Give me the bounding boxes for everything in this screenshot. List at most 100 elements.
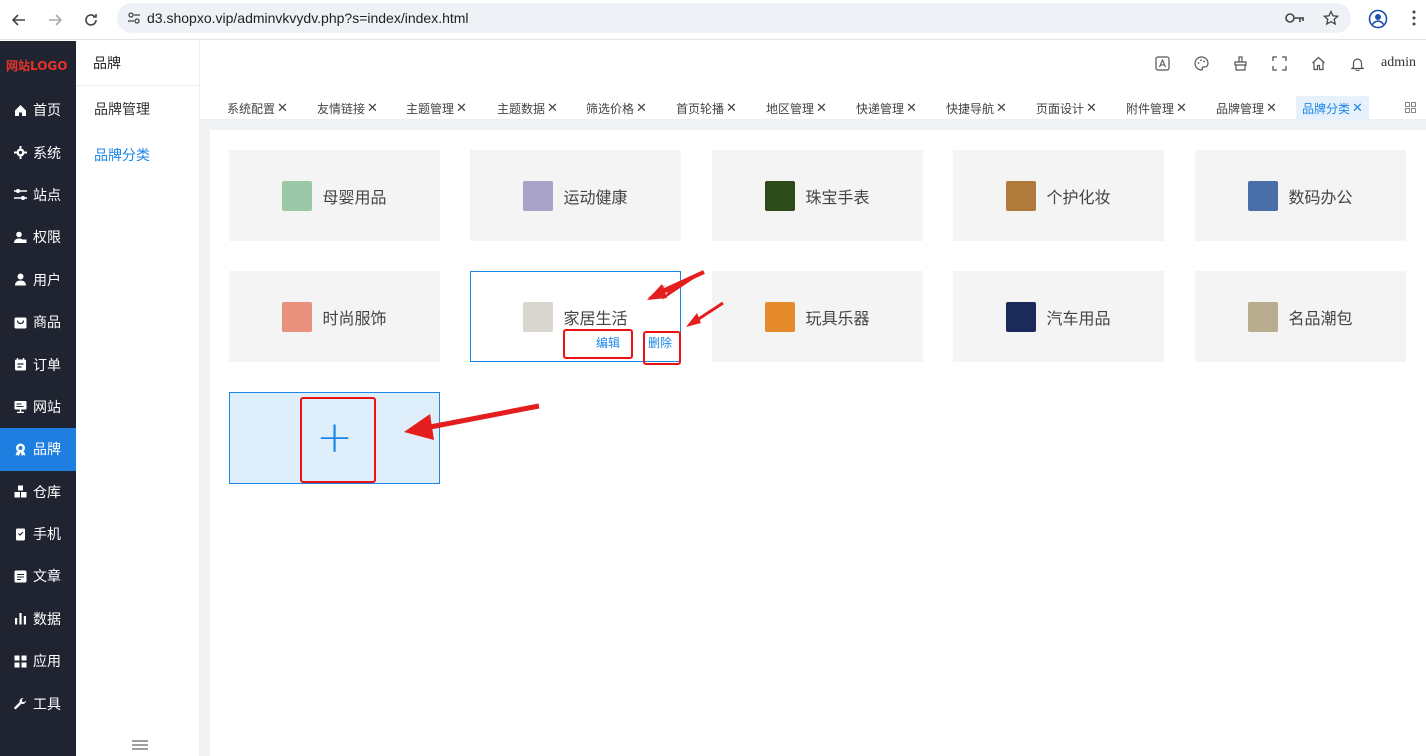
- sidebar-item-brand[interactable]: 品牌: [0, 428, 76, 471]
- address-bar[interactable]: d3.shopxo.vip/adminvkvydv.php?s=index/in…: [117, 3, 1351, 33]
- sidebar-item-home[interactable]: 首页: [0, 89, 76, 131]
- sidebar-item-chart[interactable]: 数据: [0, 598, 76, 640]
- close-icon[interactable]: ✕: [1176, 101, 1187, 116]
- subnav-item-brand-management[interactable]: 品牌管理: [76, 86, 199, 132]
- close-icon[interactable]: ✕: [277, 101, 288, 116]
- close-icon[interactable]: ✕: [1352, 101, 1363, 116]
- tab-label: 品牌管理: [1216, 101, 1265, 116]
- sidebar-item-label: 品牌: [33, 442, 61, 459]
- url-text[interactable]: d3.shopxo.vip/adminvkvydv.php?s=index/in…: [147, 10, 469, 26]
- forward-icon[interactable]: [45, 10, 65, 30]
- profile-icon[interactable]: [1368, 9, 1388, 33]
- tab-3[interactable]: 主题管理 ✕: [406, 98, 467, 118]
- tab-6[interactable]: 首页轮播 ✕: [676, 98, 737, 118]
- fullscreen-icon[interactable]: [1271, 55, 1288, 72]
- tab-label: 附件管理: [1126, 101, 1175, 116]
- category-card[interactable]: 运动健康: [470, 150, 681, 241]
- close-icon[interactable]: ✕: [1266, 101, 1277, 116]
- tab-11[interactable]: 附件管理 ✕: [1126, 98, 1187, 118]
- category-label: 汽车用品: [1046, 308, 1111, 328]
- category-card[interactable]: 数码办公: [1195, 150, 1406, 241]
- category-label: 母婴用品: [322, 187, 387, 207]
- category-card[interactable]: 母婴用品: [229, 150, 440, 241]
- close-icon[interactable]: ✕: [456, 101, 467, 116]
- subnav-title: 品牌: [76, 41, 199, 86]
- close-icon[interactable]: ✕: [726, 101, 737, 116]
- menu-dots-icon[interactable]: [1412, 10, 1416, 30]
- site-settings-icon[interactable]: [127, 11, 141, 25]
- category-thumbnail: [1248, 180, 1279, 211]
- tab-5[interactable]: 筛选价格 ✕: [586, 98, 647, 118]
- close-icon[interactable]: ✕: [636, 101, 647, 116]
- sidebar-item-label: 首页: [33, 103, 61, 120]
- star-icon[interactable]: [1322, 9, 1340, 30]
- tab-label: 主题数据: [497, 101, 546, 116]
- close-icon[interactable]: ✕: [906, 101, 917, 116]
- category-label: 时尚服饰: [322, 308, 387, 328]
- category-card[interactable]: 个护化妆: [953, 150, 1164, 241]
- category-card[interactable]: 名品潮包: [1195, 271, 1406, 362]
- tabs-grid-icon[interactable]: [1405, 98, 1416, 117]
- category-card[interactable]: 时尚服饰: [229, 271, 440, 362]
- clear-cache-icon[interactable]: [1232, 55, 1249, 72]
- tab-label: 友情链接: [317, 101, 366, 116]
- category-thumbnail: [765, 301, 796, 332]
- sidebar-item-bag[interactable]: 商品: [0, 301, 76, 343]
- close-icon[interactable]: ✕: [1086, 101, 1097, 116]
- close-icon[interactable]: ✕: [996, 101, 1007, 116]
- sidebar-item-label: 工具: [33, 696, 61, 713]
- sidebar-item-sliders[interactable]: 站点: [0, 174, 76, 216]
- sidebar-item-phone[interactable]: 手机: [0, 513, 76, 555]
- sub-sidebar: 品牌 品牌管理 品牌分类: [76, 41, 200, 756]
- sidebar-item-label: 权限: [33, 230, 61, 247]
- collapse-menu-icon[interactable]: [132, 735, 148, 754]
- tab-label: 系统配置: [227, 101, 276, 116]
- sidebar-item-user-lock[interactable]: 权限: [0, 216, 76, 258]
- sidebar-item-label: 数据: [33, 611, 61, 628]
- tab-9[interactable]: 快捷导航 ✕: [946, 98, 1007, 118]
- key-icon[interactable]: [1285, 10, 1305, 30]
- bell-icon[interactable]: [1349, 55, 1366, 72]
- tab-13[interactable]: 品牌分类 ✕: [1296, 96, 1369, 120]
- tab-7[interactable]: 地区管理 ✕: [766, 98, 827, 118]
- category-card[interactable]: 玩具乐器: [712, 271, 923, 362]
- sidebar-item-warehouse[interactable]: 仓库: [0, 471, 76, 513]
- sidebar-item-gear[interactable]: 系统: [0, 131, 76, 173]
- sidebar-item-article[interactable]: 文章: [0, 555, 76, 597]
- sidebar-item-label: 仓库: [33, 484, 61, 501]
- palette-icon[interactable]: [1193, 55, 1210, 72]
- back-icon[interactable]: [9, 10, 29, 30]
- sidebar-item-label: 文章: [33, 569, 61, 586]
- home-icon[interactable]: [1310, 55, 1327, 72]
- phone-icon: [13, 527, 27, 541]
- reload-icon[interactable]: [81, 10, 101, 30]
- tab-10[interactable]: 页面设计 ✕: [1036, 98, 1097, 118]
- sidebar-item-monitor[interactable]: 网站: [0, 386, 76, 428]
- sidebar-item-apps[interactable]: 应用: [0, 640, 76, 682]
- category-card[interactable]: 珠宝手表: [712, 150, 923, 241]
- tab-1[interactable]: 系统配置 ✕: [227, 98, 288, 118]
- tab-label: 筛选价格: [586, 101, 635, 116]
- tab-4[interactable]: 主题数据 ✕: [497, 98, 558, 118]
- category-thumbnail: [282, 301, 313, 332]
- close-icon[interactable]: ✕: [367, 101, 378, 116]
- site-logo[interactable]: 网站LOGO: [0, 41, 76, 89]
- user-name[interactable]: admin: [1381, 55, 1416, 71]
- category-label: 运动健康: [563, 187, 628, 207]
- tab-8[interactable]: 快递管理 ✕: [856, 98, 917, 118]
- monitor-icon: [13, 400, 27, 414]
- sidebar-item-users[interactable]: 用户: [0, 259, 76, 301]
- sliders-icon: [13, 188, 27, 202]
- subnav-item-brand-category[interactable]: 品牌分类: [76, 132, 199, 178]
- close-icon[interactable]: ✕: [547, 101, 558, 116]
- article-icon: [13, 569, 27, 583]
- sidebar-item-wrench[interactable]: 工具: [0, 682, 76, 724]
- sidebar-item-order[interactable]: 订单: [0, 343, 76, 385]
- close-icon[interactable]: ✕: [816, 101, 827, 116]
- translate-icon[interactable]: [1154, 55, 1171, 72]
- category-card[interactable]: 汽车用品: [953, 271, 1164, 362]
- tab-12[interactable]: 品牌管理 ✕: [1216, 98, 1277, 118]
- tab-2[interactable]: 友情链接 ✕: [317, 98, 378, 118]
- users-icon: [13, 273, 27, 287]
- tab-label: 页面设计: [1036, 101, 1085, 116]
